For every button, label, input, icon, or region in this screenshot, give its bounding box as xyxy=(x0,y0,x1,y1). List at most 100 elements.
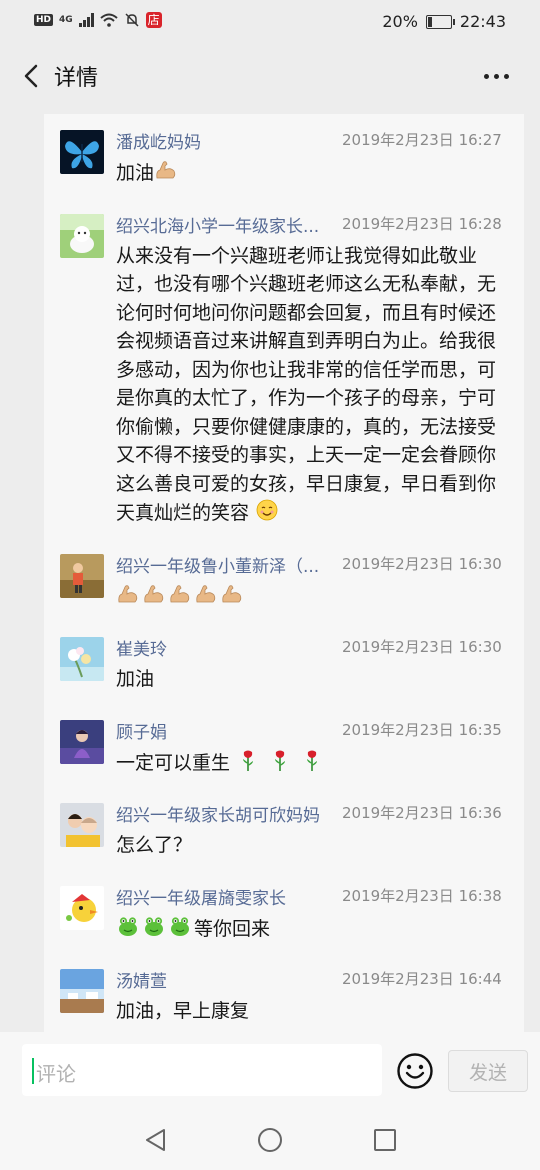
green-frog-icon xyxy=(171,916,189,936)
back-arrow-icon xyxy=(24,64,38,88)
commenter-name[interactable]: 绍兴一年级屠旖雯家长 xyxy=(116,884,326,909)
comment-header: 顾子娟 2019年2月23日 16:35 xyxy=(116,718,524,743)
comment-item[interactable]: 绍兴一年级鲁小董新泽（... 2019年2月23日 16:30 xyxy=(44,538,524,622)
avatar[interactable] xyxy=(60,130,104,174)
comment-item[interactable]: 绍兴一年级屠旖雯家长 2019年2月23日 16:38 等你回来 xyxy=(44,870,524,954)
comment-timestamp: 2019年2月23日 16:30 xyxy=(342,638,502,656)
commenter-name[interactable]: 汤婧萱 xyxy=(116,967,326,992)
child-brown-avatar-image xyxy=(60,553,104,598)
comment-text: 等你回来 xyxy=(116,914,508,944)
network-type: 4G xyxy=(59,15,73,25)
comment-text-content: 加油 xyxy=(116,162,155,184)
comment-timestamp: 2019年2月23日 16:30 xyxy=(342,554,502,573)
mute-bell-icon xyxy=(125,13,139,27)
avatar[interactable] xyxy=(60,719,104,764)
flexed-biceps-icon xyxy=(196,584,216,602)
status-right: 20% 22:43 xyxy=(382,12,506,31)
emoji-button[interactable] xyxy=(396,1052,434,1090)
mother-child-avatar-image xyxy=(60,803,104,847)
comment-input[interactable]: 评论 xyxy=(22,1044,382,1096)
circle-home-icon xyxy=(258,1128,282,1152)
commenter-name[interactable]: 崔美玲 xyxy=(116,635,326,660)
nav-bar: 详情 xyxy=(0,44,540,108)
status-bar: HD 4G 店 20% 22:43 xyxy=(0,0,540,44)
commenter-name[interactable]: 绍兴一年级家长胡可欣妈妈 xyxy=(116,801,326,826)
comment-timestamp: 2019年2月23日 16:38 xyxy=(342,886,502,905)
send-button[interactable]: 发送 xyxy=(448,1050,528,1092)
commenter-name[interactable]: 绍兴一年级鲁小董新泽（... xyxy=(116,552,326,577)
comment-timestamp: 2019年2月23日 16:36 xyxy=(342,804,502,822)
landscape-avatar-image xyxy=(60,969,104,1013)
green-frog-icon xyxy=(145,916,163,936)
comment-header: 绍兴一年级屠旖雯家长 2019年2月23日 16:38 xyxy=(116,884,524,909)
avatar[interactable] xyxy=(60,885,104,930)
blue-butterfly-avatar-image xyxy=(60,130,104,174)
comment-header: 潘成屹妈妈 2019年2月23日 16:27 xyxy=(116,128,524,153)
comment-header: 绍兴一年级鲁小董新泽（... 2019年2月23日 16:30 xyxy=(116,552,524,577)
comment-placeholder: 评论 xyxy=(36,1062,76,1086)
commenter-name[interactable]: 顾子娟 xyxy=(116,718,326,743)
comment-item[interactable]: 崔美玲 2019年2月23日 16:30 加油 xyxy=(44,621,524,704)
signal-icon xyxy=(78,13,94,27)
purple-girl-avatar-image xyxy=(60,719,104,764)
comment-text: 从来没有一个兴趣班老师让我觉得如此敬业过，也没有哪个兴趣班老师这么无私奉献，无论… xyxy=(116,242,508,528)
flexed-biceps-icon xyxy=(222,584,242,602)
battery-icon xyxy=(425,14,455,29)
hd-icon: HD xyxy=(34,14,54,26)
text-caret xyxy=(32,1058,34,1084)
rose-icon xyxy=(275,750,286,771)
comment-timestamp: 2019年2月23日 16:28 xyxy=(342,214,502,233)
comment-text-content: 怎么了？ xyxy=(116,834,193,856)
comment-text: 加油 xyxy=(116,158,508,188)
flexed-biceps-icon xyxy=(170,584,190,602)
avatar[interactable] xyxy=(60,637,104,681)
more-dots-icon xyxy=(484,73,489,79)
comment-text: 加油，早上康复 xyxy=(116,997,508,1026)
more-button[interactable] xyxy=(484,62,516,90)
comment-item[interactable]: 汤婧萱 2019年2月23日 16:44 加油，早上康复 xyxy=(44,953,524,1032)
avatar[interactable] xyxy=(60,969,104,1013)
comment-input-bar: 评论 发送 xyxy=(0,1032,540,1112)
comment-text-content: 从来没有一个兴趣班老师让我觉得如此敬业过，也没有哪个兴趣班老师这么无私奉献，无论… xyxy=(116,244,497,525)
cartoon-bird-avatar-image xyxy=(60,885,104,930)
commenter-name[interactable]: 绍兴北海小学一年级家长... xyxy=(116,212,326,237)
flowers-sky-avatar-image xyxy=(60,637,104,681)
avatar[interactable] xyxy=(60,553,104,598)
comment-item[interactable]: 绍兴一年级家长胡可欣妈妈 2019年2月23日 16:36 怎么了？ xyxy=(44,787,524,870)
avatar[interactable] xyxy=(60,803,104,847)
battery-percent: 20% xyxy=(382,12,418,31)
rose-icon xyxy=(307,750,318,771)
comment-text-content: 加油，早上康复 xyxy=(116,1000,250,1022)
comment-text-content: 加油 xyxy=(116,668,155,690)
rose-icon xyxy=(243,750,254,771)
commenter-name[interactable]: 潘成屹妈妈 xyxy=(116,128,326,153)
store-badge: 店 xyxy=(145,12,162,28)
comment-item[interactable]: 顾子娟 2019年2月23日 16:35 一定可以重生 xyxy=(44,704,524,788)
comment-text: 加油 xyxy=(116,665,508,694)
comment-timestamp: 2019年2月23日 16:35 xyxy=(342,720,502,739)
flexed-biceps-icon xyxy=(156,161,176,179)
comment-list[interactable]: 潘成屹妈妈 2019年2月23日 16:27 加油 绍兴北海小学一年级家长... 201… xyxy=(44,114,524,1032)
comment-timestamp: 2019年2月23日 16:44 xyxy=(342,970,502,988)
system-nav-bar xyxy=(0,1112,540,1170)
nav-back-button[interactable] xyxy=(142,1126,170,1154)
green-frog-icon xyxy=(119,916,137,936)
comment-item[interactable]: 绍兴北海小学一年级家长... 2019年2月23日 16:28 从来没有一个兴趣班老… xyxy=(44,198,524,538)
nav-recent-button[interactable] xyxy=(371,1126,399,1154)
comment-header: 汤婧萱 2019年2月23日 16:44 xyxy=(116,967,524,992)
battery-fill xyxy=(427,16,432,27)
comment-timestamp: 2019年2月23日 16:27 xyxy=(342,131,502,149)
back-button[interactable] xyxy=(18,58,50,94)
comment-text-content: 等你回来 xyxy=(194,917,271,940)
clock: 22:43 xyxy=(459,12,506,31)
nav-home-button[interactable] xyxy=(256,1126,284,1154)
triangle-back-icon xyxy=(146,1129,165,1151)
comment-header: 绍兴一年级家长胡可欣妈妈 2019年2月23日 16:36 xyxy=(116,801,524,826)
emoji-smiley-icon xyxy=(397,1053,433,1089)
comment-item[interactable]: 潘成屹妈妈 2019年2月23日 16:27 加油 xyxy=(44,114,524,198)
comment-text-content: 一定可以重生 xyxy=(116,751,231,774)
comment-text: 怎么了？ xyxy=(116,831,508,860)
flexed-biceps-icon xyxy=(118,584,138,602)
comment-header: 崔美玲 2019年2月23日 16:30 xyxy=(116,635,524,660)
avatar[interactable] xyxy=(60,213,104,258)
